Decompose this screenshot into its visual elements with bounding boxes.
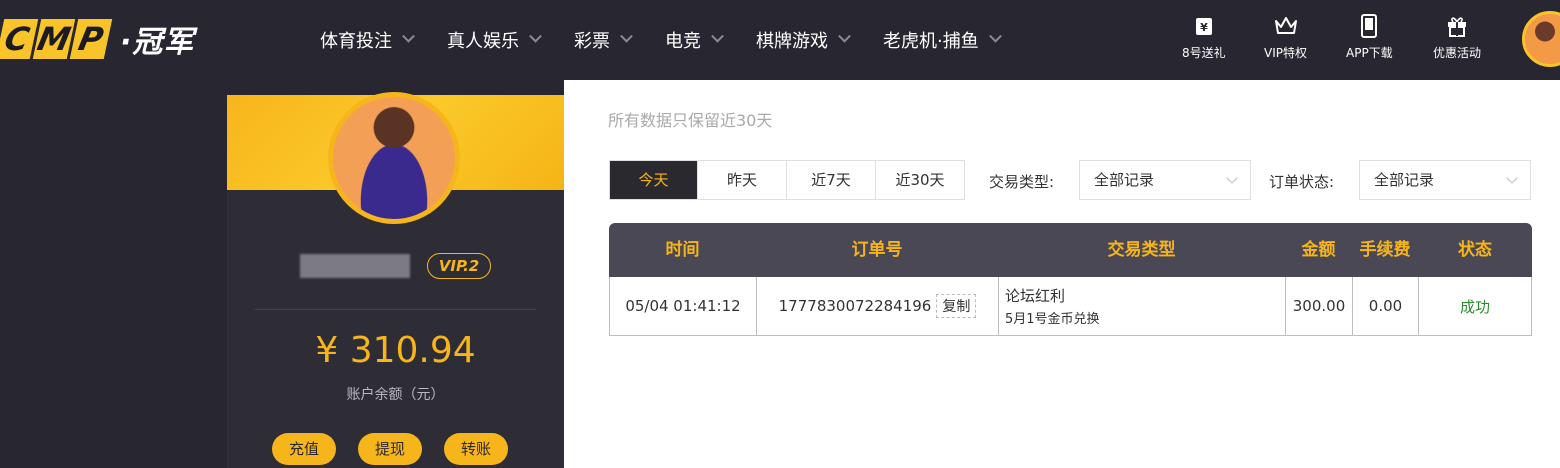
quick-link-label: 优惠活动	[1433, 46, 1482, 60]
svg-text:¥: ¥	[1200, 21, 1208, 34]
select-value: 全部记录	[1374, 171, 1435, 189]
chevron-down-icon	[711, 29, 724, 43]
profile-divider	[255, 309, 536, 310]
quick-link-label: VIP特权	[1264, 46, 1307, 60]
nav-label: 真人娱乐	[447, 31, 519, 52]
quick-link-app-download[interactable]: APP下载	[1346, 14, 1393, 61]
quick-link-promotions[interactable]: 优惠活动	[1433, 14, 1481, 61]
order-status-label: 订单状态:	[1269, 173, 1335, 191]
chevron-down-icon	[620, 29, 633, 43]
site-logo[interactable]: C M P ·冠军	[0, 17, 194, 61]
chevron-down-icon	[838, 29, 851, 43]
main-nav: 体育投注 真人娱乐 彩票 电竞 棋牌游戏 老虎机·捕鱼	[320, 0, 1034, 80]
crown-icon	[1274, 14, 1298, 38]
tab-last-7-days[interactable]: 近7天	[787, 161, 876, 199]
chevron-down-icon	[402, 29, 415, 43]
nav-item-live-casino[interactable]: 真人娱乐	[447, 27, 542, 53]
nav-item-slots-fishing[interactable]: 老虎机·捕鱼	[883, 27, 1002, 53]
tab-yesterday[interactable]: 昨天	[698, 161, 787, 199]
column-header-type: 交易类型	[1107, 240, 1176, 260]
select-value: 全部记录	[1094, 171, 1155, 189]
cell-status: 成功	[1459, 297, 1490, 316]
logo-letter: M	[32, 19, 76, 59]
column-header-status: 状态	[1458, 240, 1492, 260]
username-blurred	[300, 254, 410, 278]
nav-label: 老虎机·捕鱼	[883, 31, 979, 52]
cell-fee: 0.00	[1353, 277, 1419, 335]
order-status-select[interactable]: 全部记录	[1359, 160, 1531, 200]
transactions-table: 时间 订单号 交易类型 金额 手续费 状态 05/04 01:41:12 177…	[609, 223, 1532, 336]
table-header: 时间 订单号 交易类型 金额 手续费 状态	[609, 223, 1532, 277]
balance-label: 账户余额（元）	[346, 387, 445, 403]
chevron-down-icon	[988, 29, 1002, 43]
logo-letters: C M P	[0, 19, 113, 59]
gift-icon	[1445, 14, 1469, 38]
retention-notice: 所有数据只保留近30天	[608, 111, 773, 130]
profile-avatar	[328, 92, 460, 224]
nav-item-sports[interactable]: 体育投注	[320, 27, 415, 53]
table-row: 05/04 01:41:12 1777830072284196 复制 论坛红利 …	[609, 277, 1532, 336]
cell-amount: 300.00	[1286, 277, 1353, 335]
quick-link-vip[interactable]: VIP特权	[1264, 14, 1307, 61]
user-avatar[interactable]	[1522, 11, 1560, 67]
phone-icon	[1357, 14, 1381, 38]
nav-item-card-games[interactable]: 棋牌游戏	[756, 27, 851, 53]
cell-type: 论坛红利 5月1号金币兑换	[999, 277, 1286, 335]
transaction-type-label: 交易类型:	[989, 173, 1055, 191]
nav-item-lottery[interactable]: 彩票	[574, 27, 633, 53]
quick-link-8th-gift[interactable]: ¥ 8号送礼	[1182, 14, 1226, 61]
transaction-type-detail: 5月1号金币兑换	[1005, 312, 1100, 327]
top-header: C M P ·冠军 体育投注 真人娱乐 彩票 电竞 棋牌游戏 老虎机·捕鱼 ¥ …	[0, 0, 1560, 80]
tab-today[interactable]: 今天	[610, 161, 698, 199]
column-header-time: 时间	[665, 240, 700, 260]
yen-gift-icon: ¥	[1192, 14, 1216, 38]
transaction-type: 论坛红利	[1005, 287, 1066, 305]
order-number: 1777830072284196	[778, 297, 932, 315]
column-header-fee: 手续费	[1359, 240, 1411, 260]
quick-link-label: 8号送礼	[1182, 46, 1226, 60]
nav-label: 彩票	[574, 31, 610, 52]
chevron-down-icon	[529, 29, 542, 43]
account-balance: ¥ 310.94	[315, 330, 476, 371]
tab-last-30-days[interactable]: 近30天	[876, 161, 964, 199]
logo-text: ·冠军	[120, 25, 195, 60]
nav-label: 电竞	[665, 31, 701, 52]
vip-badge: VIP.2	[427, 253, 491, 279]
nav-label: 棋牌游戏	[756, 31, 828, 52]
quick-link-label: APP下载	[1346, 46, 1393, 60]
nav-label: 体育投注	[320, 31, 392, 52]
chevron-down-icon	[1226, 172, 1238, 184]
date-range-tabs: 今天 昨天 近7天 近30天	[609, 160, 965, 200]
nav-item-esports[interactable]: 电竞	[665, 27, 724, 53]
chevron-down-icon	[1506, 172, 1518, 184]
copy-button[interactable]: 复制	[936, 294, 977, 318]
column-header-amount: 金额	[1301, 240, 1336, 260]
deposit-button[interactable]: 充值	[272, 433, 336, 465]
cell-time: 05/04 01:41:12	[610, 277, 757, 335]
withdraw-button[interactable]: 提现	[358, 433, 422, 465]
column-header-order-no: 订单号	[851, 240, 903, 260]
logo-letter: P	[69, 19, 113, 59]
transaction-type-select[interactable]: 全部记录	[1079, 160, 1251, 200]
cell-order-no: 1777830072284196 复制	[757, 277, 999, 335]
transfer-button[interactable]: 转账	[444, 433, 508, 465]
logo-letter: C	[0, 19, 39, 59]
